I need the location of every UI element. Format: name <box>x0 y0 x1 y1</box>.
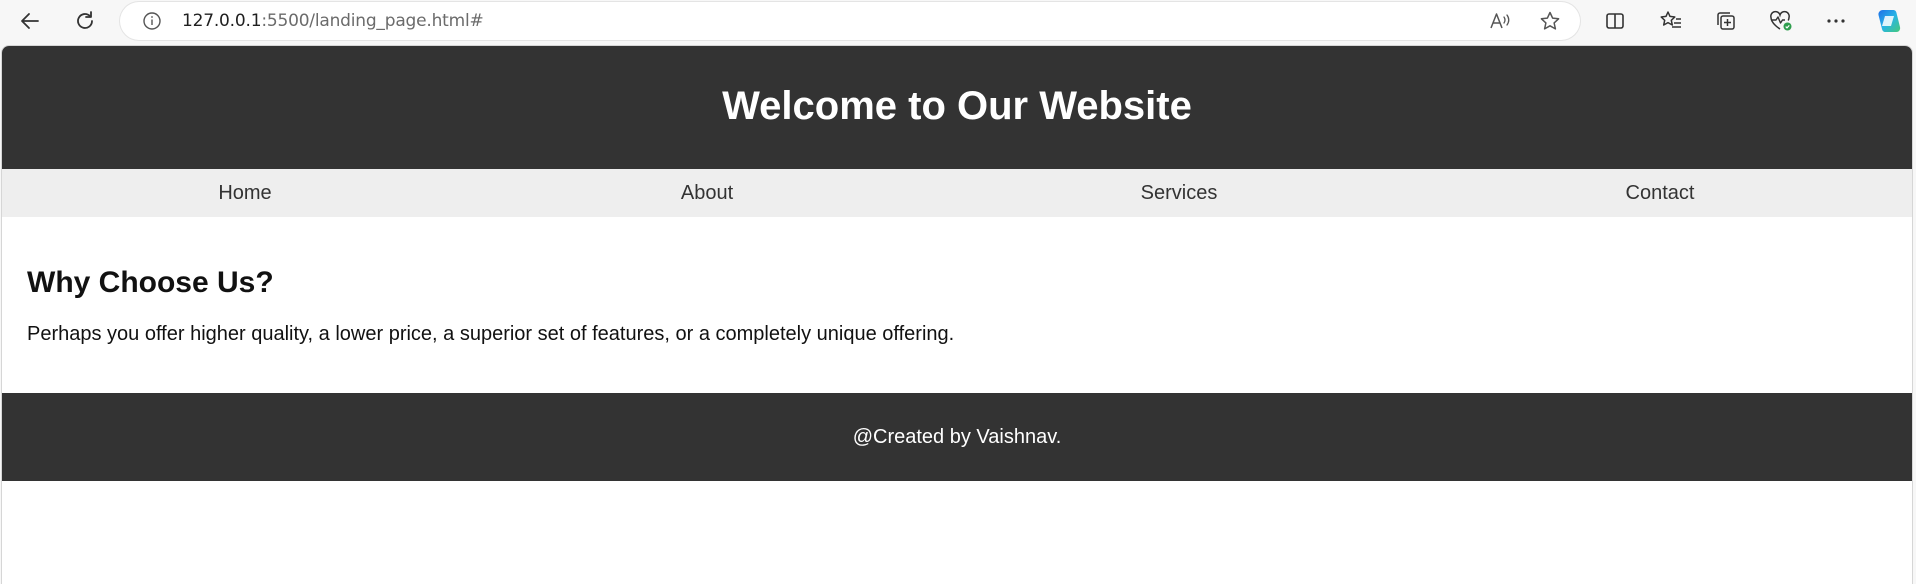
section-heading: Why Choose Us? <box>27 266 274 299</box>
nav-link-services[interactable]: Services <box>1141 169 1218 217</box>
footer-text: @Created by Vaishnav. <box>852 426 1062 448</box>
heart-pulse-icon[interactable] <box>1766 6 1796 36</box>
address-url[interactable]: 127.0.0.1:5500/landing_page.html# <box>182 11 484 31</box>
address-path: :5500/landing_page.html# <box>261 11 484 31</box>
site-nav: Home About Services Contact <box>2 169 1912 217</box>
more-dots-icon[interactable] <box>1821 6 1851 36</box>
read-aloud-icon[interactable] <box>1488 9 1512 33</box>
site-footer: @Created by Vaishnav. <box>2 393 1912 481</box>
nav-link-home[interactable]: Home <box>218 169 271 217</box>
copilot-icon[interactable] <box>1874 6 1904 36</box>
nav-link-contact[interactable]: Contact <box>1626 169 1695 217</box>
info-icon[interactable] <box>142 11 162 31</box>
split-screen-icon[interactable] <box>1600 6 1630 36</box>
section-body: Perhaps you offer higher quality, a lowe… <box>27 323 955 345</box>
browser-toolbar: 127.0.0.1:5500/landing_page.html# <box>0 0 1916 42</box>
back-arrow-icon[interactable] <box>15 6 45 36</box>
collections-icon[interactable] <box>1711 6 1741 36</box>
page-title: Welcome to Our Website <box>722 84 1192 128</box>
nav-link-about[interactable]: About <box>681 169 733 217</box>
address-host: 127.0.0.1 <box>182 11 262 31</box>
page-viewport: Welcome to Our Website Home About Servic… <box>1 45 1913 584</box>
star-icon[interactable] <box>1538 9 1562 33</box>
favorites-list-icon[interactable] <box>1656 6 1686 36</box>
site-header: Welcome to Our Website <box>2 46 1912 169</box>
address-bar[interactable]: 127.0.0.1:5500/landing_page.html# <box>120 2 1580 40</box>
refresh-icon[interactable] <box>70 6 100 36</box>
